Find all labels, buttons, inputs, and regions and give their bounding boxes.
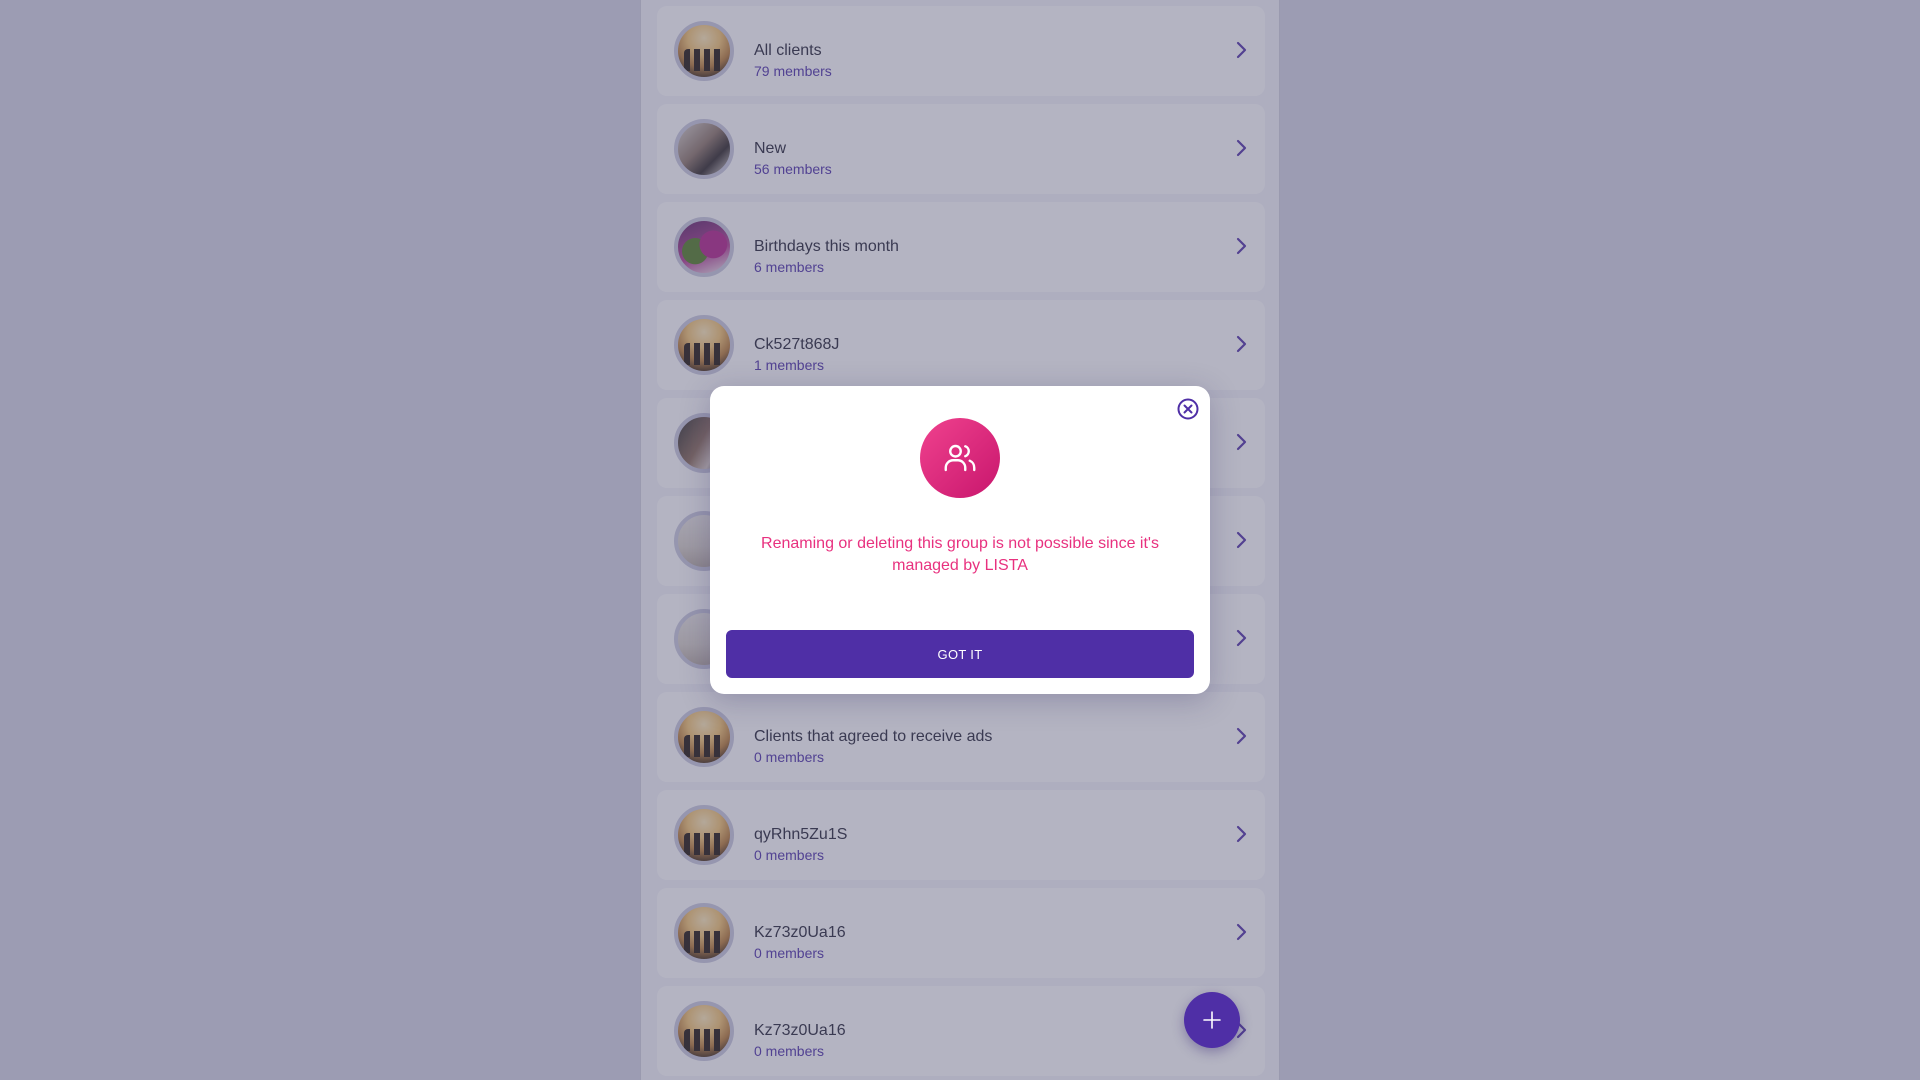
users-icon (944, 444, 976, 472)
plus-icon (1203, 1011, 1221, 1029)
info-dialog: Renaming or deleting this group is not p… (710, 386, 1210, 694)
got-it-button[interactable]: GOT IT (726, 630, 1194, 678)
dialog-message: Renaming or deleting this group is not p… (761, 535, 1159, 574)
dialog-icon-badge (920, 418, 1000, 498)
add-group-button[interactable] (1184, 992, 1240, 1048)
close-circle-icon[interactable] (1176, 397, 1200, 421)
